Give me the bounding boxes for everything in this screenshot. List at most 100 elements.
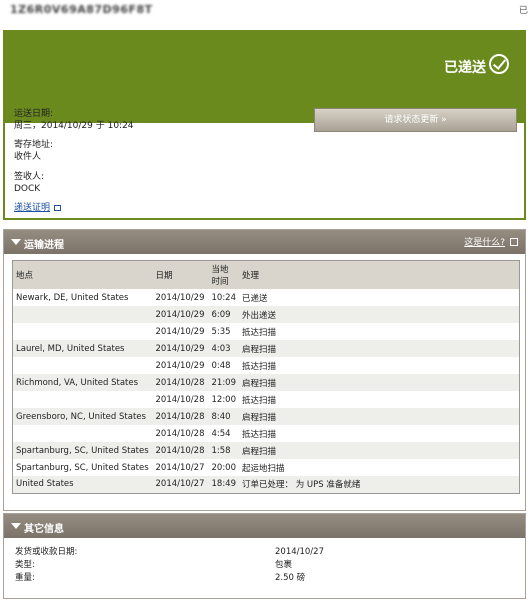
top-right-text: 已 [518, 6, 528, 16]
collapse-triangle-icon[interactable] [11, 523, 21, 529]
proof-of-delivery[interactable]: 递送证明 [14, 202, 62, 214]
request-status-update-button[interactable]: 请求状态更新 » [314, 108, 517, 132]
cell-time: 0:48 [208, 357, 239, 374]
cell-date: 2014/10/29 [152, 323, 209, 340]
cell-time: 18:49 [208, 476, 239, 493]
left-at-value: 收件人 [14, 152, 42, 162]
other-info-label: 发货或收款日期: [15, 547, 78, 557]
cell-location [12, 425, 153, 442]
cell-location: United States [12, 476, 153, 493]
cell-location: Laurel, MD, United States [12, 340, 153, 357]
table-row: 2014/10/29 5:35 抵达扫描 [12, 323, 520, 340]
top-bar: 1Z6R0V69A87D96F8T 已 [0, 0, 531, 28]
cell-time: 4:54 [208, 425, 239, 442]
cell-date: 2014/10/28 [152, 425, 209, 442]
table-row: Newark, DE, United States 2014/10/29 10:24… [12, 289, 520, 306]
cell-location: Newark, DE, United States [12, 289, 153, 306]
other-info-label: 重量: [15, 573, 35, 583]
other-info-row: 重量: 2.50 磅 [15, 572, 324, 585]
table-row: 2014/10/28 12:00 抵达扫描 [12, 391, 520, 408]
cell-activity: 启程扫描 [239, 408, 520, 425]
cell-date: 2014/10/29 [152, 357, 209, 374]
table-row: 2014/10/29 0:48 抵达扫描 [12, 357, 520, 374]
cell-location [12, 391, 153, 408]
tracking-number: 1Z6R0V69A87D96F8T [10, 3, 153, 16]
other-info-value: 包裹 [275, 560, 293, 570]
other-info-value: 2014/10/27 [275, 547, 324, 557]
cell-activity: 外出递送 [239, 306, 520, 323]
signed-by-label: 签收人: [14, 172, 45, 182]
cell-activity: 启程扫描 [239, 442, 520, 459]
cell-time: 20:00 [208, 459, 239, 476]
table-row: Richmond, VA, United States 2014/10/28 21:… [12, 374, 520, 391]
table-row: Spartanburg, SC, United States 2014/10/28… [12, 442, 520, 459]
signed-by-value: DOCK [14, 184, 41, 194]
header-local-time: 当地时间 [208, 260, 239, 289]
cell-time: 10:24 [208, 289, 239, 306]
cell-date: 2014/10/28 [152, 442, 209, 459]
other-info-section: 其它信息 发货或收款日期: 2014/10/27 类型: 包裹 重量: 2.50… [3, 513, 526, 599]
cell-time: 8:40 [208, 408, 239, 425]
cell-activity: 起运地扫描 [239, 459, 520, 476]
cell-activity: 订单已处理： 为 UPS 准备就绪 [239, 476, 520, 493]
cell-location: Richmond, VA, United States [12, 374, 153, 391]
cell-date: 2014/10/28 [152, 374, 209, 391]
table-row: Greensboro, NC, United States 2014/10/28 8… [12, 408, 520, 425]
other-info-row: 类型: 包裹 [15, 559, 324, 572]
table-row: Spartanburg, SC, United States 2014/10/27… [12, 459, 520, 476]
delivery-status-panel: 已递送 运送日期: 周三，2014/10/29 于 10:24 寄存地址: 收件… [3, 30, 526, 220]
delivery-date-value: 周三，2014/10/29 于 10:24 [14, 121, 134, 131]
table-row: United States 2014/10/27 18:49 订单已处理： 为 UPS… [12, 476, 520, 493]
table-row: 2014/10/28 4:54 抵达扫描 [12, 425, 520, 442]
external-window-icon [54, 204, 62, 211]
cell-date: 2014/10/28 [152, 408, 209, 425]
table-row: Laurel, MD, United States 2014/10/29 4:03 启… [12, 340, 520, 357]
collapse-triangle-icon[interactable] [11, 239, 21, 245]
cell-location [12, 323, 153, 340]
left-at: 寄存地址: 收件人 [14, 139, 53, 163]
cell-activity: 抵达扫描 [239, 425, 520, 442]
cell-time: 4:03 [208, 340, 239, 357]
progress-header[interactable]: 运输进程 这是什么? [4, 230, 525, 254]
cell-activity: 抵达扫描 [239, 323, 520, 340]
cell-location: Spartanburg, SC, United States [12, 442, 153, 459]
table-row: 2014/10/29 6:09 外出递送 [12, 306, 520, 323]
cell-time: 21:09 [208, 374, 239, 391]
cell-activity: 启程扫描 [239, 340, 520, 357]
table-header-row: 地点 日期 当地时间 处理 [12, 260, 520, 289]
cell-date: 2014/10/29 [152, 289, 209, 306]
cell-location [12, 357, 153, 374]
signed-by: 签收人: DOCK [14, 171, 44, 195]
cell-date: 2014/10/28 [152, 391, 209, 408]
other-info-row: 发货或收款日期: 2014/10/27 [15, 546, 324, 559]
other-info-list: 发货或收款日期: 2014/10/27 类型: 包裹 重量: 2.50 磅 [15, 546, 324, 585]
cell-time: 5:35 [208, 323, 239, 340]
cell-location: Greensboro, NC, United States [12, 408, 153, 425]
cell-date: 2014/10/27 [152, 459, 209, 476]
cell-activity: 已递送 [239, 289, 520, 306]
progress-table: 地点 日期 当地时间 处理 Newark, DE, United States 2… [12, 260, 520, 494]
other-info-label: 类型: [15, 560, 35, 570]
delivery-date-label: 运送日期: [14, 109, 54, 119]
cell-activity: 抵达扫描 [239, 357, 520, 374]
other-info-title: 其它信息 [24, 524, 64, 535]
cell-time: 6:09 [208, 306, 239, 323]
left-at-label: 寄存地址: [14, 140, 54, 150]
header-local-time-label: 当地时间 [211, 265, 229, 287]
help-window-icon [510, 238, 518, 246]
delivered-status: 已递送 [444, 60, 486, 76]
shipment-progress-section: 运输进程 这是什么? 地点 日期 当地时间 处理 Newark, DE, Uni… [3, 229, 526, 511]
other-info-header[interactable]: 其它信息 [4, 514, 525, 538]
cell-time: 12:00 [208, 391, 239, 408]
cell-time: 1:58 [208, 442, 239, 459]
cell-date: 2014/10/29 [152, 340, 209, 357]
delivery-date: 运送日期: 周三，2014/10/29 于 10:24 [14, 108, 134, 132]
cell-location [12, 306, 153, 323]
header-date: 日期 [152, 260, 209, 289]
cell-date: 2014/10/29 [152, 306, 209, 323]
check-circle-icon [489, 54, 509, 74]
header-location: 地点 [12, 260, 153, 289]
proof-of-delivery-link[interactable]: 递送证明 [14, 203, 50, 213]
other-info-value: 2.50 磅 [275, 573, 306, 583]
whats-this-link[interactable]: 这是什么? [464, 235, 505, 248]
